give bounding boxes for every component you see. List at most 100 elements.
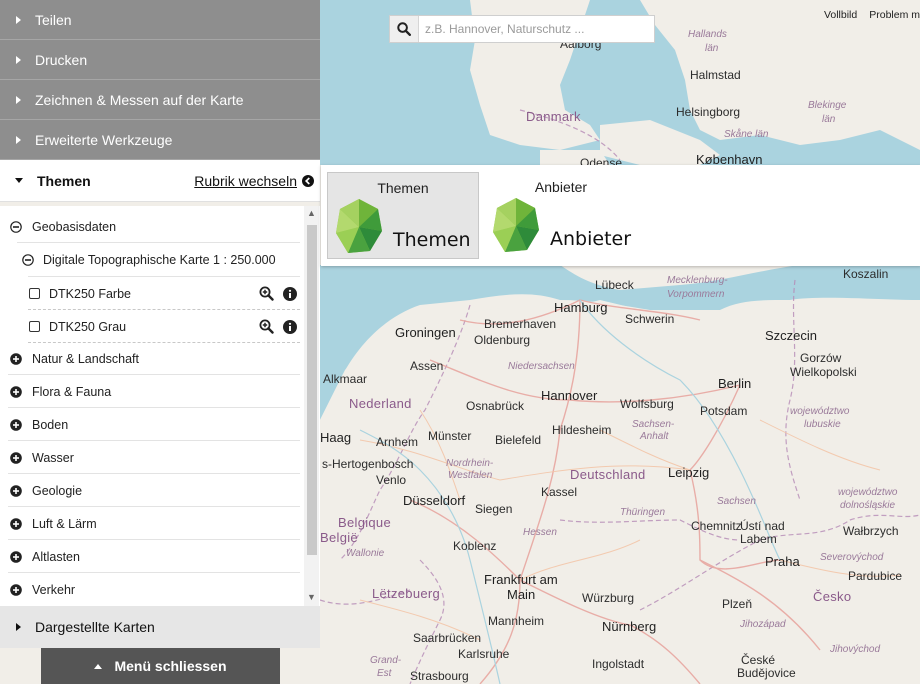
plus-circle-icon[interactable] [10,352,22,365]
map-label: Grand- [370,655,402,666]
tree-category-natur-landschaft[interactable]: Natur & Landschaft [0,342,300,375]
rubrik-card-anbieter[interactable]: Anbieter Anbieter [485,172,637,259]
info-icon[interactable] [283,286,297,301]
tree-category-verkehr[interactable]: Verkehr [0,573,300,606]
scroll-down-icon[interactable]: ▼ [304,592,319,602]
minus-circle-icon[interactable] [22,253,34,266]
fullscreen-link[interactable]: Vollbild [824,9,857,21]
layer-checkbox[interactable] [29,321,40,332]
rubrik-card-themen[interactable]: Themen Themen [327,172,479,259]
map-label: Düsseldorf [403,493,466,508]
minus-circle-icon[interactable] [10,220,22,233]
menu-item-erweiterte-werkzeuge[interactable]: Erweiterte Werkzeuge [0,120,320,160]
map-label: Nordrhein- [446,458,494,469]
map-label: Thüringen [620,507,666,518]
map-label: Jihozápad [740,619,786,630]
menu-item-label: Zeichnen & Messen auf der Karte [35,91,244,108]
map-label: Strasbourg [410,669,469,683]
map-label: dolnośląskie [840,500,896,511]
search-button[interactable] [390,16,419,42]
map-label: Belgique [338,515,391,530]
plus-circle-icon[interactable] [10,583,22,596]
map-label: Gorzów [800,351,842,365]
map-label: Hallands [688,29,727,40]
menu-item-drucken[interactable]: Drucken [0,40,320,80]
map-label: Deutschland [570,467,646,482]
map-label: Kassel [541,485,578,499]
chevron-right-icon [16,95,21,104]
layer-row-dtk250-farbe: DTK250 Farbe [0,277,300,310]
map-label: Wielkopolski [790,365,857,379]
tree-category-label: Natur & Landschaft [32,351,140,366]
map-label: Česko [813,589,852,604]
menu-item-teilen[interactable]: Teilen [0,0,320,40]
scroll-up-icon[interactable]: ▲ [304,208,319,218]
circle-arrow-left-icon[interactable] [302,174,314,187]
map-label: Nürnberg [602,619,657,634]
layer-checkbox[interactable] [29,288,40,299]
problem-link[interactable]: Problem m [869,9,920,21]
map-label: Siegen [475,502,513,516]
tree-category-boden[interactable]: Boden [0,408,300,441]
map-label: Szczecin [765,328,818,343]
map-label: Alkmaar [323,372,368,386]
map-label: Niedersachsen [508,361,575,372]
map-label: Chemnitz [691,519,742,533]
tree-category-label: Geologie [32,483,83,498]
plus-circle-icon[interactable] [10,418,22,431]
close-menu-label: Menü schliessen [114,658,227,674]
rubrik-card-caption: Anbieter [534,179,588,195]
themen-header[interactable]: Themen Rubrik wechseln [0,160,320,202]
map-label: Lübeck [595,278,634,292]
chevron-right-icon [16,135,21,144]
menu-item-zeichnen-messen[interactable]: Zeichnen & Messen auf der Karte [0,80,320,120]
map-label: Osnabrück [466,399,525,413]
zoom-in-icon[interactable] [259,286,274,301]
close-menu-button[interactable]: Menü schliessen [41,648,280,684]
map-label: Koblenz [453,539,497,553]
search-bar[interactable] [389,15,655,43]
tree-category-label: Luft & Lärm [32,516,97,531]
map-label: Venlo [376,473,407,487]
plus-circle-icon[interactable] [10,484,22,497]
map-label: Westfalen [448,470,493,481]
map-label: Plzeň [722,597,753,611]
zoom-in-icon[interactable] [259,319,274,334]
tree-category-altlasten[interactable]: Altlasten [0,540,300,573]
menu-item-label: Erweiterte Werkzeuge [35,131,173,148]
tree-category-geologie[interactable]: Geologie [0,474,300,507]
plus-circle-icon[interactable] [10,451,22,464]
map-label: województwo [838,487,898,498]
rubrik-wechseln-link[interactable]: Rubrik wechseln [194,173,297,189]
map-label: Danmark [526,109,581,124]
menu-item-dargestellte-karten[interactable]: Dargestellte Karten [0,606,320,648]
map-label: Budějovice [737,666,796,680]
info-icon[interactable] [283,319,297,334]
map-label: Wallonie [346,548,385,559]
plus-circle-icon[interactable] [10,550,22,563]
map-label: Frankfurt am [484,572,558,587]
map-label: Assen [410,359,444,373]
tree-category-flora-fauna[interactable]: Flora & Fauna [0,375,300,408]
tree-group-geobasisdaten[interactable]: Geobasisdaten [0,210,300,243]
tree-group-dtk250[interactable]: Digitale Topographische Karte 1 : 250.00… [0,243,300,276]
menu-item-label: Drucken [35,51,88,68]
map-label: Main [507,587,536,602]
map-label: Jihovýchod [830,644,881,655]
rubrik-card-title: Themen [393,229,471,251]
map-label: Ingolstadt [592,657,645,671]
tree-category-label: Altlasten [32,549,80,564]
tree-scrollbar-thumb[interactable] [307,225,317,555]
map-label: Münster [428,429,472,443]
map-label: Hessen [523,527,557,538]
map-label: s-Hertogenbosch [322,457,414,471]
menu-item-label: Teilen [35,11,72,28]
layer-row-dtk250-grau: DTK250 Grau [0,310,300,343]
tree-category-wasser[interactable]: Wasser [0,441,300,474]
search-input[interactable] [419,16,654,42]
menu-item-label: Dargestellte Karten [35,619,155,635]
plus-circle-icon[interactable] [10,385,22,398]
tree-category-luft-laerm[interactable]: Luft & Lärm [0,507,300,540]
rubrik-card-caption: Themen [377,180,429,196]
plus-circle-icon[interactable] [10,517,22,530]
